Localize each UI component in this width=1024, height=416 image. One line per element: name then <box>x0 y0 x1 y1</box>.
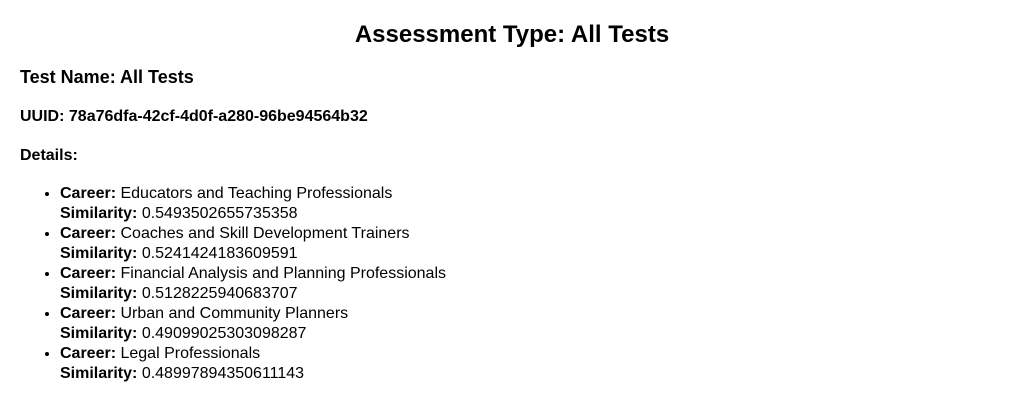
page-title-prefix: Assessment Type: <box>354 21 571 48</box>
page-title: Assessment Type: All Tests <box>20 0 1004 50</box>
career-value: Coaches and Skill Development Trainers <box>120 225 410 242</box>
details-heading: Details: <box>20 147 78 164</box>
list-item: Career: Legal Professionals Similarity: … <box>60 344 1004 384</box>
list-item: Career: Coaches and Skill Development Tr… <box>60 224 1004 264</box>
similarity-value: 0.5241424183609591 <box>141 245 298 262</box>
uuid-value: 78a76dfa-42cf-4d0f-a280-96be94564b32 <box>68 108 368 125</box>
page: Assessment Type: All Tests Test Name: Al… <box>0 0 1024 416</box>
similarity-value: 0.5493502655735358 <box>141 205 298 222</box>
test-name-heading: Test Name: All Tests <box>20 66 1004 88</box>
results-list: Career: Educators and Teaching Professio… <box>20 184 1004 384</box>
similarity-label: Similarity: <box>60 365 138 382</box>
career-label: Career: <box>60 225 117 242</box>
career-label: Career: <box>60 185 117 202</box>
similarity-label: Similarity: <box>60 325 138 342</box>
similarity-value: 0.49099025303098287 <box>141 325 307 342</box>
test-name-prefix: Test Name: <box>20 67 121 87</box>
similarity-label: Similarity: <box>60 205 138 222</box>
test-name-value: All Tests <box>120 67 194 87</box>
similarity-label: Similarity: <box>60 245 138 262</box>
list-item: Career: Urban and Community Planners Sim… <box>60 304 1004 344</box>
career-value: Financial Analysis and Planning Professi… <box>120 265 447 282</box>
assessment-type-value: All Tests <box>570 21 670 48</box>
uuid-line: UUID: 78a76dfa-42cf-4d0f-a280-96be94564b… <box>20 107 1004 127</box>
career-value: Educators and Teaching Professionals <box>120 185 393 202</box>
career-label: Career: <box>60 305 117 322</box>
career-value: Legal Professionals <box>120 345 261 362</box>
list-item: Career: Educators and Teaching Professio… <box>60 184 1004 224</box>
career-label: Career: <box>60 345 117 362</box>
career-value: Urban and Community Planners <box>120 305 349 322</box>
career-label: Career: <box>60 265 117 282</box>
similarity-label: Similarity: <box>60 285 138 302</box>
similarity-value: 0.48997894350611143 <box>141 365 305 382</box>
list-item: Career: Financial Analysis and Planning … <box>60 264 1004 304</box>
similarity-value: 0.5128225940683707 <box>141 285 298 302</box>
uuid-prefix: UUID: <box>20 108 69 125</box>
